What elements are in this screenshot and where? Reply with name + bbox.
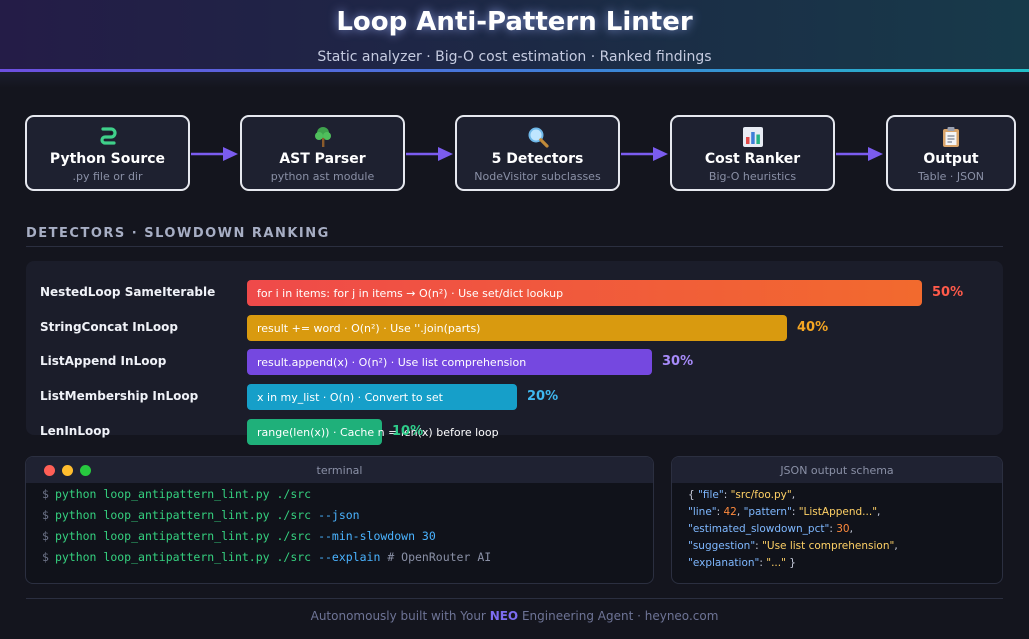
pipeline-node-ast-parser: AST Parser python ast module bbox=[240, 115, 405, 191]
node-subtitle: Table · JSON bbox=[917, 170, 985, 183]
slowdown-percent: 20% bbox=[527, 389, 559, 405]
terminal-line: $ python loop_antipattern_lint.py ./src -… bbox=[42, 508, 360, 522]
pipeline-node-output: Output Table · JSON bbox=[886, 115, 1016, 191]
terminal-panel: terminal $ python loop_antipattern_lint.p… bbox=[25, 456, 654, 584]
json-line: "estimated_slowdown_pct": 30, bbox=[688, 523, 853, 535]
footer-prefix: Autonomously built with bbox=[310, 609, 461, 623]
bar-chart-icon bbox=[742, 127, 763, 147]
json-value-line: 42 bbox=[723, 506, 737, 518]
node-title: AST Parser bbox=[279, 151, 366, 167]
page-subtitle: Static analyzer · Big-O cost estimation … bbox=[317, 49, 712, 65]
arrow-right-icon bbox=[836, 147, 883, 161]
clipboard-icon bbox=[943, 127, 959, 147]
pipeline-node-python-source: Python Source .py file or dir bbox=[25, 115, 190, 191]
node-subtitle: Big-O heuristics bbox=[708, 170, 797, 183]
json-value-pattern: "ListAppend..." bbox=[798, 506, 878, 518]
terminal-flag: --explain bbox=[318, 550, 381, 564]
slowdown-ranking-panel: NestedLoop SameIterable for i in items: f… bbox=[26, 261, 1003, 445]
node-title: Python Source bbox=[49, 151, 166, 167]
terminal-title: terminal bbox=[316, 464, 363, 477]
detector-row: LenInLoop range(len(x)) · Cache n = len(x… bbox=[26, 418, 1003, 445]
prompt: $ bbox=[42, 487, 49, 501]
prompt: $ bbox=[42, 508, 49, 522]
node-subtitle: NodeVisitor subclasses bbox=[474, 170, 601, 183]
detector-name: ListAppend InLoop bbox=[40, 354, 167, 369]
json-schema-titlebar: JSON output schema bbox=[672, 457, 1002, 483]
footer-brand: NEO bbox=[489, 609, 519, 623]
terminal-titlebar: terminal bbox=[26, 457, 653, 483]
snake-icon bbox=[99, 127, 117, 145]
node-subtitle: .py file or dir bbox=[72, 170, 143, 183]
slowdown-percent: 50% bbox=[932, 285, 964, 300]
terminal-comment: # OpenRouter AI bbox=[387, 550, 492, 564]
detector-description: range(len(x)) · Cache n = len(x) before … bbox=[257, 425, 499, 439]
detector-row: ListAppend InLoop result.append(x) · O(n²… bbox=[26, 349, 1003, 376]
page-title: Loop Anti-Pattern Linter bbox=[336, 7, 693, 37]
json-line: "line": 42, "pattern": "ListAppend...", bbox=[688, 506, 881, 518]
footer-suffix: Engineering Agent · heyneo.com bbox=[518, 609, 719, 623]
terminal-command: python loop_antipattern_lint.py ./src bbox=[54, 508, 312, 522]
magnifier-icon bbox=[528, 127, 549, 148]
detector-description: result += word · O(n²) · Use ''.join(par… bbox=[257, 321, 481, 335]
detector-row: NestedLoop SameIterable for i in items: f… bbox=[26, 280, 1003, 306]
detector-description: x in my_list · O(n) · Convert to set bbox=[257, 391, 443, 405]
detector-name: StringConcat InLoop bbox=[40, 319, 178, 334]
prompt: $ bbox=[42, 550, 49, 564]
header-shade bbox=[0, 72, 1029, 88]
json-value-explanation: "..." bbox=[766, 557, 786, 569]
json-schema-panel: JSON output schema { "file": "src/foo.py… bbox=[671, 456, 1003, 584]
detector-name: NestedLoop SameIterable bbox=[40, 285, 216, 299]
terminal-flag: --min-slowdown 30 bbox=[318, 529, 436, 543]
terminal-command: python loop_antipattern_lint.py ./src bbox=[54, 529, 312, 543]
json-line: "explanation": "..." } bbox=[688, 557, 796, 569]
slowdown-percent: 10% bbox=[392, 423, 424, 439]
header: Loop Anti-Pattern Linter Static analyzer… bbox=[0, 0, 1029, 72]
arrow-right-icon bbox=[191, 147, 238, 161]
json-line: "suggestion": "Use list comprehension", bbox=[688, 540, 898, 552]
pipeline-node-detectors: 5 Detectors NodeVisitor subclasses bbox=[455, 115, 620, 191]
tree-icon bbox=[314, 127, 331, 147]
detector-description: result.append(x) · O(n²) · Use list comp… bbox=[257, 356, 527, 370]
node-title: Cost Ranker bbox=[704, 151, 801, 167]
terminal-line: $ python loop_antipattern_lint.py ./src bbox=[42, 487, 311, 501]
footer-divider bbox=[26, 598, 1003, 599]
arrow-right-icon bbox=[621, 147, 668, 161]
section-title: DETECTORS · SLOWDOWN RANKING bbox=[26, 226, 330, 241]
detector-name: LenInLoop bbox=[40, 423, 111, 438]
node-title: Output bbox=[923, 151, 979, 167]
json-line: { "file": "src/foo.py", bbox=[688, 489, 796, 501]
footer: Autonomously built with Your NEO Enginee… bbox=[0, 609, 1029, 623]
terminal-command: python loop_antipattern_lint.py ./src bbox=[54, 550, 312, 564]
footer-brand-prefix: Your bbox=[460, 609, 490, 623]
node-subtitle: python ast module bbox=[270, 170, 375, 183]
detector-description: for i in items: for j in items → O(n²) ·… bbox=[257, 287, 564, 300]
detector-row: StringConcat InLoop result += word · O(n²… bbox=[26, 314, 1003, 341]
terminal-command: python loop_antipattern_lint.py ./src bbox=[54, 487, 312, 501]
slowdown-percent: 40% bbox=[797, 319, 829, 335]
detector-row: ListMembership InLoop x in my_list · O(n)… bbox=[26, 384, 1003, 411]
json-schema-title: JSON output schema bbox=[780, 464, 894, 477]
arrow-right-icon bbox=[406, 147, 453, 161]
section-divider bbox=[26, 246, 1003, 247]
json-value-file: "src/foo.py" bbox=[730, 489, 792, 501]
json-value-slowdown: 30 bbox=[836, 523, 850, 535]
terminal-flag: --json bbox=[318, 508, 360, 522]
node-title: 5 Detectors bbox=[491, 151, 584, 167]
detector-name: ListMembership InLoop bbox=[40, 389, 199, 404]
prompt: $ bbox=[42, 529, 49, 543]
terminal-line: $ python loop_antipattern_lint.py ./src -… bbox=[42, 529, 436, 543]
json-value-suggestion: "Use list comprehension" bbox=[762, 540, 895, 552]
slowdown-percent: 30% bbox=[662, 354, 694, 370]
terminal-line: $ python loop_antipattern_lint.py ./src -… bbox=[42, 550, 491, 564]
pipeline-node-cost-ranker: Cost Ranker Big-O heuristics bbox=[670, 115, 835, 191]
